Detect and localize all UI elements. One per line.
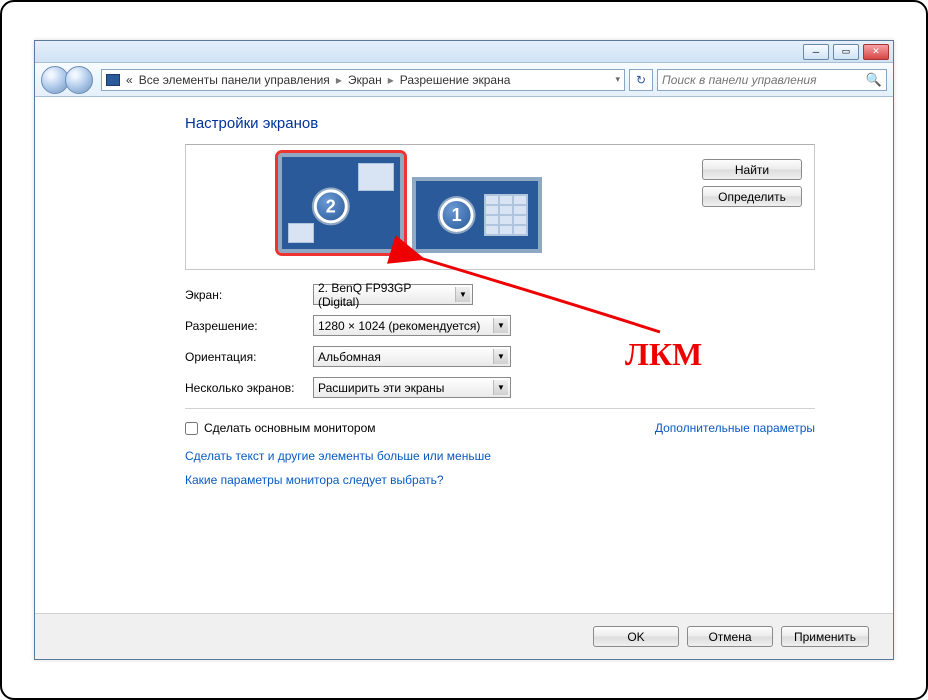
address-dropdown-icon[interactable]: ▾ <box>615 74 620 85</box>
monitor-badge: 1 <box>440 198 474 232</box>
chevron-down-icon: ▼ <box>493 318 508 333</box>
orientation-dropdown[interactable]: Альбомная ▼ <box>313 346 511 367</box>
close-button[interactable]: ✕ <box>863 44 889 60</box>
cancel-button[interactable]: Отмена <box>687 626 773 647</box>
identify-button[interactable]: Определить <box>702 186 802 207</box>
maximize-button[interactable]: ▭ <box>833 44 859 60</box>
breadcrumb-level1[interactable]: Все элементы панели управления <box>139 73 330 87</box>
address-bar[interactable]: « Все элементы панели управления ▸ Экран… <box>101 69 625 91</box>
ok-button[interactable]: OK <box>593 626 679 647</box>
monitor-preview-box: 2 1 Найти Определить <box>185 144 815 270</box>
multiple-displays-dropdown[interactable]: Расширить эти экраны ▼ <box>313 377 511 398</box>
monitor-help-link[interactable]: Какие параметры монитора следует выбрать… <box>185 473 444 487</box>
resolution-dropdown[interactable]: 1280 × 1024 (рекомендуется) ▼ <box>313 315 511 336</box>
resolution-value: 1280 × 1024 (рекомендуется) <box>318 319 480 333</box>
annotation-label: ЛКМ <box>625 336 702 373</box>
primary-monitor-label: Сделать основным монитором <box>204 421 376 435</box>
ekran-label: Экран: <box>185 288 313 302</box>
text-size-link[interactable]: Сделать текст и другие элементы больше и… <box>185 449 491 463</box>
monitor-thumb-icon <box>358 163 394 191</box>
chevron-right-icon: ▸ <box>336 73 342 87</box>
chevron-right-icon: ▸ <box>388 73 394 87</box>
search-box[interactable]: 🔍 <box>657 69 887 91</box>
multiple-displays-label: Несколько экранов: <box>185 381 313 395</box>
chevron-down-icon: ▼ <box>493 380 508 395</box>
monitor-2[interactable]: 2 <box>278 153 404 253</box>
minimize-button[interactable]: ─ <box>803 44 829 60</box>
forward-button[interactable] <box>65 66 93 94</box>
breadcrumb-level3[interactable]: Разрешение экрана <box>400 73 511 87</box>
monitor-thumb-icon <box>288 223 314 243</box>
multiple-displays-value: Расширить эти экраны <box>318 381 444 395</box>
keypad-icon <box>484 194 528 236</box>
search-icon[interactable]: 🔍 <box>866 72 882 88</box>
content-area: Настройки экранов 2 1 <box>35 97 893 613</box>
orientation-value: Альбомная <box>318 350 381 364</box>
page-heading: Настройки экранов <box>185 115 815 132</box>
refresh-button[interactable]: ↻ <box>629 69 653 91</box>
orientation-label: Ориентация: <box>185 350 313 364</box>
titlebar: ─ ▭ ✕ <box>35 41 893 63</box>
resolution-label: Разрешение: <box>185 319 313 333</box>
ekran-dropdown[interactable]: 2. BenQ FP93GP (Digital) ▼ <box>313 284 473 305</box>
chevron-down-icon: ▼ <box>455 287 470 302</box>
advanced-settings-link[interactable]: Дополнительные параметры <box>655 421 815 435</box>
navbar: « Все элементы панели управления ▸ Экран… <box>35 63 893 97</box>
find-button[interactable]: Найти <box>702 159 802 180</box>
search-input[interactable] <box>662 73 866 87</box>
apply-button[interactable]: Применить <box>781 626 869 647</box>
breadcrumb-prefix: « <box>126 73 133 87</box>
divider <box>185 408 815 409</box>
footer-bar: OK Отмена Применить <box>35 613 893 659</box>
nav-back-forward[interactable] <box>41 66 97 94</box>
primary-monitor-checkbox[interactable] <box>185 422 198 435</box>
monitor-icon <box>106 74 120 86</box>
window-frame: ─ ▭ ✕ « Все элементы панели управления ▸… <box>34 40 894 660</box>
chevron-down-icon: ▼ <box>493 349 508 364</box>
monitor-1[interactable]: 1 <box>412 177 542 253</box>
monitor-badge: 2 <box>314 189 348 223</box>
breadcrumb-level2[interactable]: Экран <box>348 73 382 87</box>
ekran-value: 2. BenQ FP93GP (Digital) <box>318 281 452 309</box>
